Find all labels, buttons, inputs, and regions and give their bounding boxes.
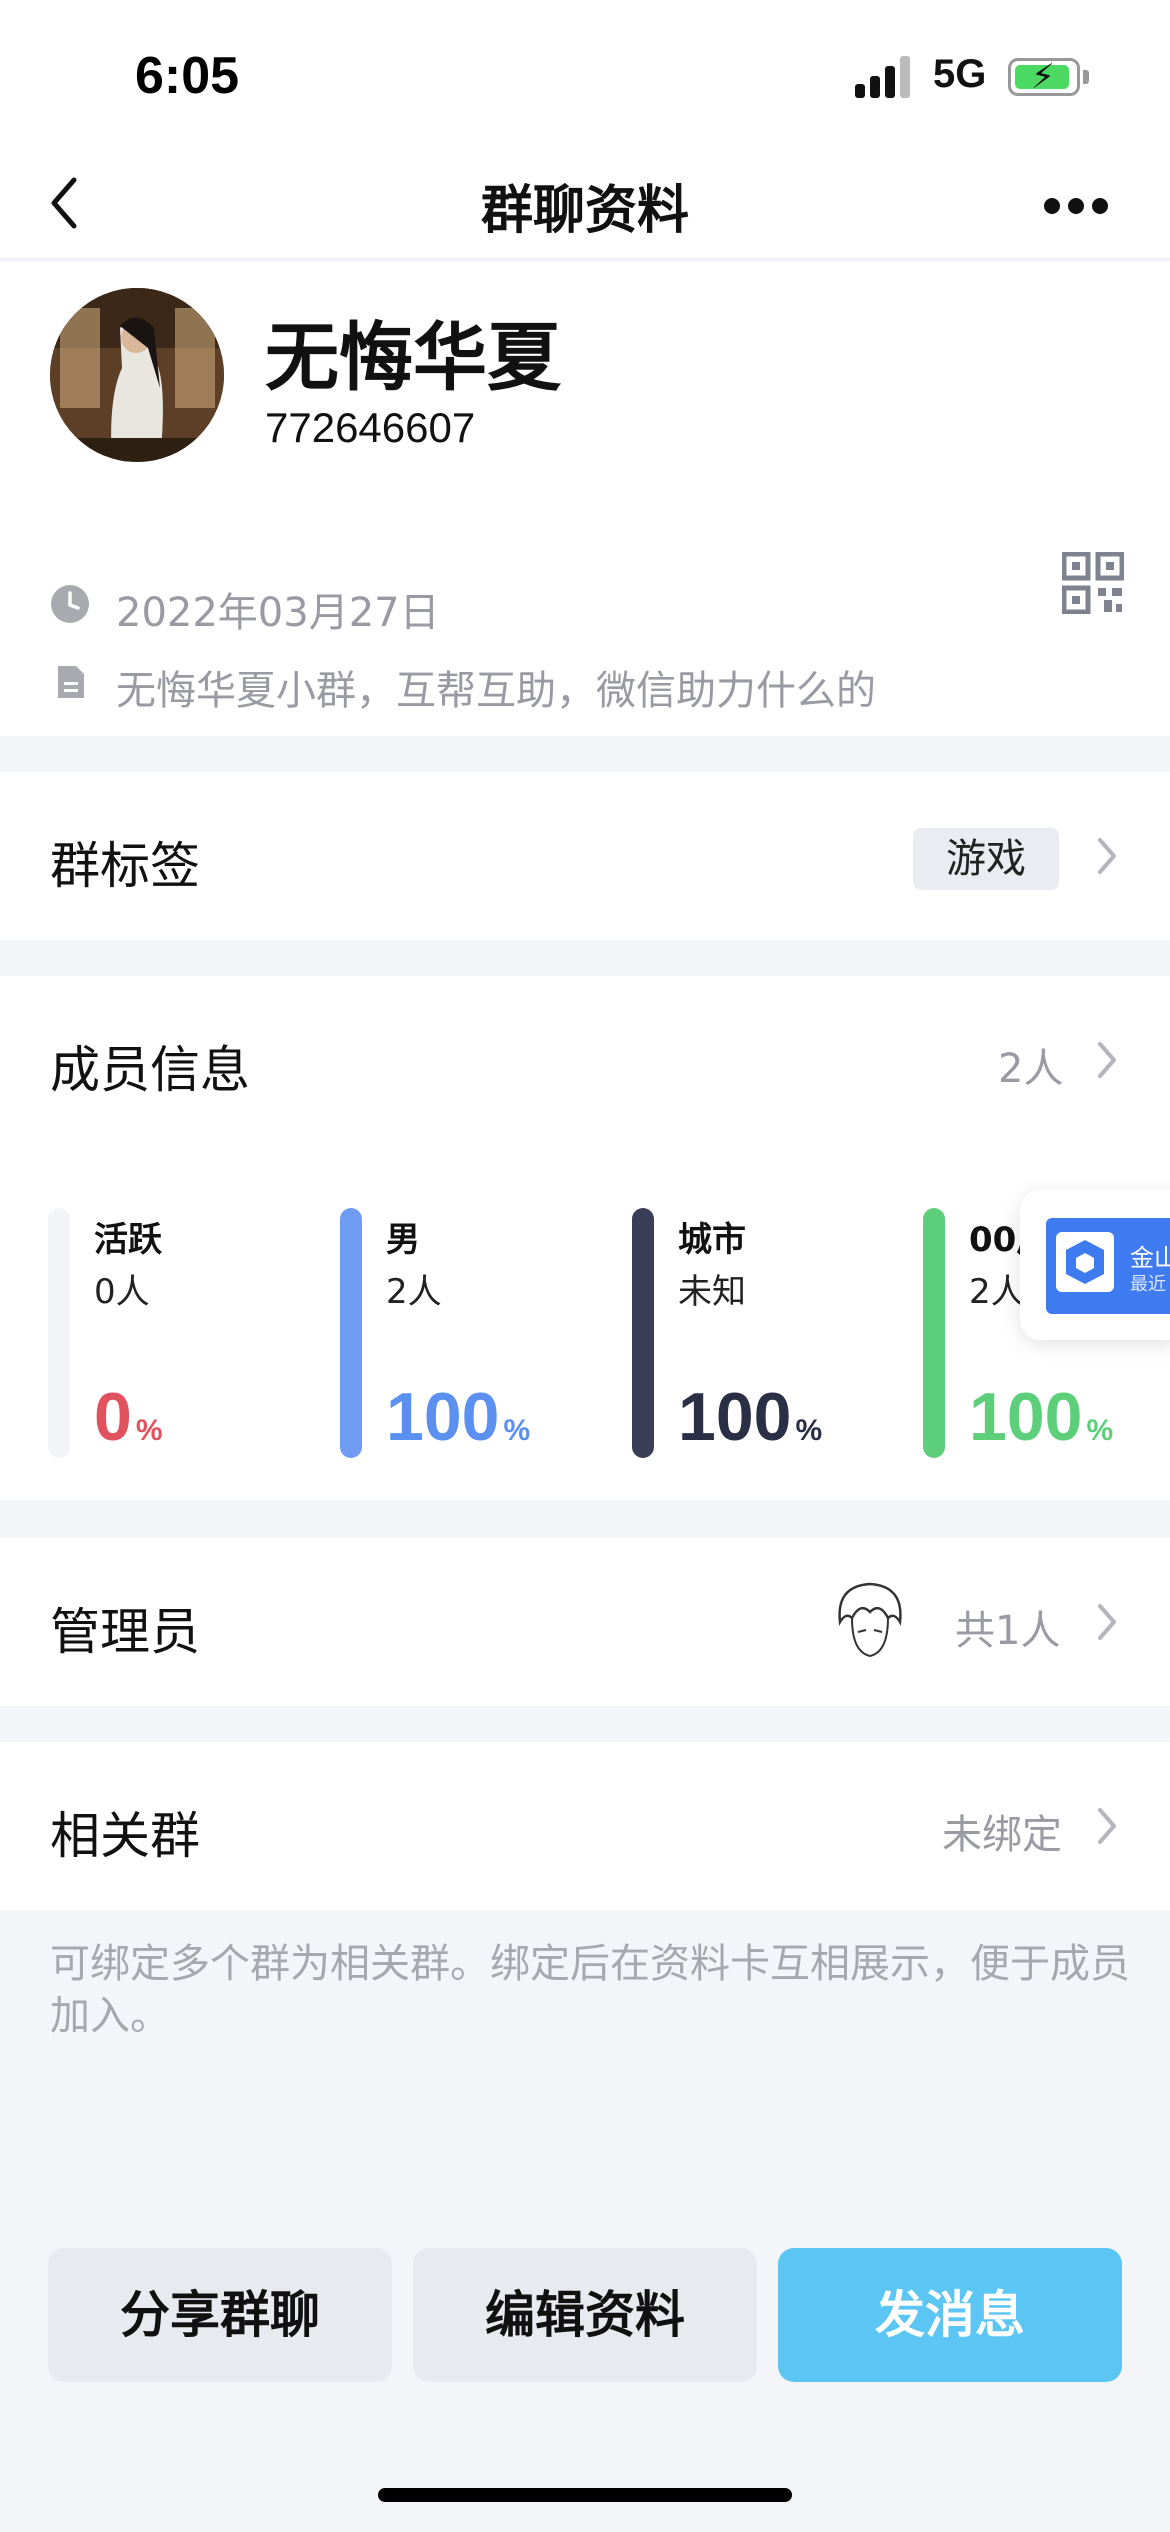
admins-label: 管理员 bbox=[50, 1603, 200, 1661]
stat-label: 城市 bbox=[678, 1220, 746, 1260]
stat-sub: 0人 bbox=[94, 1272, 150, 1312]
group-description: 无悔华夏小群，互帮互助，微信助力什么的 bbox=[116, 668, 876, 714]
chevron-right-icon bbox=[1092, 1038, 1122, 1082]
nav-bar: 群聊资料 bbox=[0, 150, 1170, 260]
tag-chip: 游戏 bbox=[913, 828, 1059, 890]
stat-label: 男 bbox=[386, 1220, 420, 1260]
page-title: 群聊资料 bbox=[480, 181, 689, 241]
admins-row[interactable]: 管理员 共1人 bbox=[0, 1538, 1170, 1706]
share-group-button[interactable]: 分享群聊 bbox=[48, 2248, 392, 2382]
stat-sub: 2人 bbox=[969, 1272, 1025, 1312]
admins-count: 共1人 bbox=[955, 1608, 1061, 1654]
chevron-right-icon bbox=[1092, 1804, 1122, 1848]
stat-sub: 未知 bbox=[678, 1272, 746, 1312]
group-tags-label: 群标签 bbox=[50, 837, 200, 895]
signal-icon bbox=[855, 56, 915, 98]
group-name: 无悔华夏 bbox=[265, 315, 561, 401]
clock-icon bbox=[50, 584, 90, 624]
related-groups-row[interactable]: 相关群 未绑定 bbox=[0, 1742, 1170, 1910]
stat-sub: 2人 bbox=[386, 1272, 442, 1312]
created-date: 2022年03月27日 bbox=[116, 590, 440, 636]
stat-bar bbox=[632, 1208, 654, 1458]
stat-active: 活跃 0人 0% bbox=[48, 1208, 338, 1458]
related-groups-label: 相关群 bbox=[50, 1807, 200, 1865]
floating-widget-title: 金山 bbox=[1130, 1244, 1170, 1272]
app-logo-icon bbox=[1056, 1232, 1114, 1292]
qr-code-icon[interactable] bbox=[1061, 551, 1125, 615]
stat-label: 活跃 bbox=[94, 1220, 162, 1260]
member-info-card: 成员信息 2人 活跃 0人 0% 男 2人 100% 城市 未知 100% 00… bbox=[0, 976, 1170, 1500]
document-icon bbox=[50, 662, 90, 702]
stat-male: 男 2人 100% bbox=[340, 1208, 630, 1458]
group-avatar[interactable] bbox=[50, 288, 224, 462]
group-id: 772646607 bbox=[265, 404, 476, 451]
stat-percent: 100% bbox=[678, 1379, 823, 1455]
floating-widget[interactable]: 金山 最近 bbox=[1020, 1190, 1170, 1340]
floating-widget-panel: 金山 最近 bbox=[1046, 1218, 1170, 1314]
battery-icon: ⚡ bbox=[1008, 57, 1080, 97]
network-label: 5G bbox=[933, 52, 987, 96]
related-groups-hint: 可绑定多个群为相关群。绑定后在资料卡互相展示，便于成员加入。 bbox=[50, 1941, 1130, 2039]
member-info-label: 成员信息 bbox=[50, 1041, 250, 1099]
stat-bar bbox=[48, 1208, 70, 1458]
stat-bar bbox=[340, 1208, 362, 1458]
stat-percent: 100% bbox=[386, 1379, 531, 1455]
status-time: 6:05 bbox=[135, 47, 240, 105]
admin-avatar bbox=[822, 1572, 918, 1668]
chevron-right-icon bbox=[1092, 834, 1122, 878]
more-icon[interactable] bbox=[1040, 190, 1110, 220]
battery-tip bbox=[1083, 70, 1089, 84]
group-tags-row[interactable]: 群标签 游戏 bbox=[0, 772, 1170, 940]
stat-percent: 0% bbox=[94, 1379, 163, 1455]
related-groups-status: 未绑定 bbox=[942, 1812, 1062, 1858]
edit-profile-button[interactable]: 编辑资料 bbox=[413, 2248, 757, 2382]
stat-city: 城市 未知 100% bbox=[632, 1208, 922, 1458]
chevron-right-icon bbox=[1092, 1600, 1122, 1644]
stat-percent: 100% bbox=[969, 1379, 1114, 1455]
stat-bar bbox=[923, 1208, 945, 1458]
status-bar: 6:05 5G ⚡ bbox=[0, 0, 1170, 150]
bottom-action-bar: 分享群聊 编辑资料 发消息 bbox=[0, 2204, 1170, 2532]
send-message-button[interactable]: 发消息 bbox=[778, 2248, 1122, 2382]
home-indicator bbox=[378, 2488, 792, 2502]
group-profile: 无悔华夏 772646607 2022年03月27日 无悔华夏小群，互帮互助，微… bbox=[0, 262, 1170, 736]
floating-widget-subtitle: 最近 bbox=[1130, 1274, 1166, 1295]
member-count[interactable]: 2人 bbox=[998, 1036, 1063, 1094]
